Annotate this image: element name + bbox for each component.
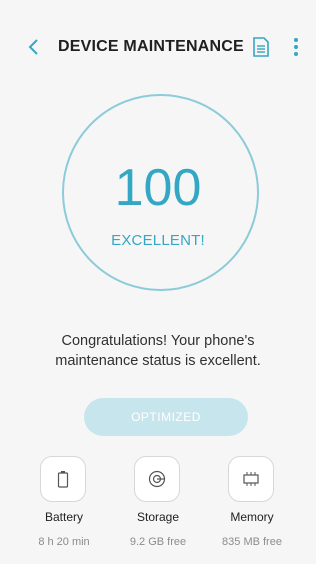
stat-memory[interactable]: Memory 835 MB free (206, 456, 298, 556)
more-vertical-icon (294, 38, 298, 56)
maintenance-score: 100 (114, 159, 202, 217)
battery-icon (57, 471, 69, 488)
device-maintenance-screen: DEVICE MAINTENANCE 100 EXCELLENT! Congra… (0, 0, 316, 564)
app-bar: DEVICE MAINTENANCE (0, 0, 316, 96)
status-message: Congratulations! Your phone's maintenanc… (55, 333, 261, 369)
score-status-label: EXCELLENT! (111, 232, 205, 249)
page-title: DEVICE MAINTENANCE (58, 38, 244, 55)
report-button[interactable] (250, 35, 272, 59)
stat-storage[interactable]: Storage 9.2 GB free (112, 456, 204, 556)
optimize-button[interactable]: OPTIMIZED (84, 398, 248, 436)
battery-tile[interactable] (40, 456, 86, 502)
memory-tile[interactable] (228, 456, 274, 502)
stat-battery[interactable]: Battery 8 h 20 min (18, 456, 110, 556)
document-icon (253, 37, 269, 57)
memory-chip-icon (243, 472, 259, 486)
stat-name: Battery (44, 510, 83, 524)
stat-value: 835 MB free (222, 536, 282, 548)
back-button[interactable] (22, 36, 44, 58)
more-options-button[interactable] (288, 35, 304, 59)
stat-value: 8 h 20 min (38, 536, 90, 548)
back-arrow-icon (28, 39, 38, 55)
stat-name: Storage (136, 510, 180, 524)
storage-tile[interactable] (134, 456, 180, 502)
storage-icon (148, 470, 166, 488)
stat-name: Memory (230, 510, 274, 524)
stat-value: 9.2 GB free (129, 536, 187, 548)
